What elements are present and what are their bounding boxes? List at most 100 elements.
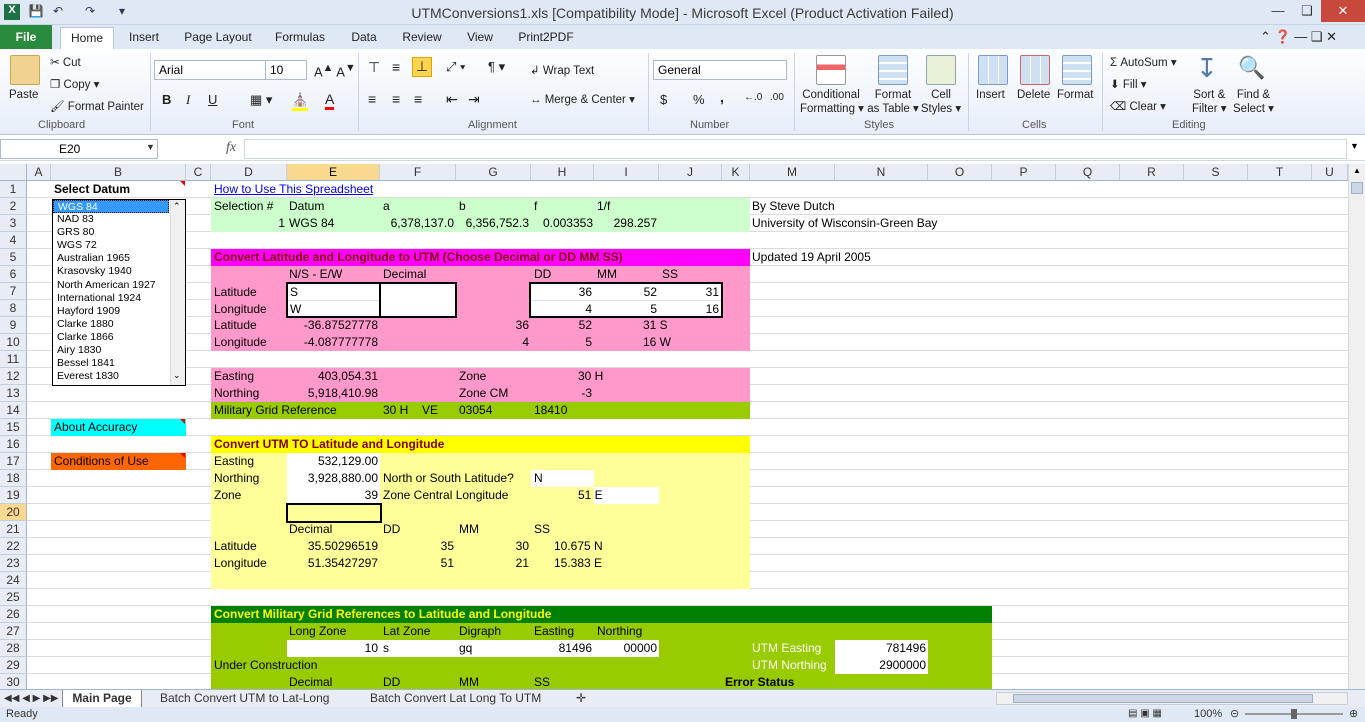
input-value[interactable]: gq [459,640,472,657]
align-left-icon[interactable]: ≡ [368,91,376,107]
sheet-tab-batch-latlong[interactable]: Batch Convert Lat Long To UTM [370,690,541,707]
input-value[interactable]: 5 [594,301,657,318]
insert-cells-icon[interactable] [978,55,1008,85]
tab-view[interactable]: View [460,29,500,49]
row-header[interactable]: 22 [0,538,27,555]
input-value[interactable]: 31 [659,284,719,301]
text-direction-icon[interactable]: ¶ ▾ [488,59,505,75]
scroll-thumb[interactable] [1351,182,1363,194]
delete-cells-icon[interactable] [1020,55,1050,85]
column-header[interactable]: R [1120,164,1184,181]
list-item[interactable]: GRS 80 [53,226,185,239]
close-button[interactable]: ✕ [1321,0,1365,22]
increase-indent-icon[interactable]: ⇥ [468,91,480,108]
cell-styles-button[interactable]: Cell Styles ▾ [920,89,962,115]
scroll-up-icon[interactable]: ▲ [1351,166,1363,176]
input-value[interactable]: N [534,470,543,487]
row-header[interactable]: 30 [0,674,27,689]
input-value[interactable]: S [290,284,298,301]
paste-icon[interactable] [10,55,40,85]
find-select-icon[interactable]: 🔍 [1238,55,1265,81]
view-mode-icons[interactable]: ▤ ▣ ▦ [1128,708,1162,719]
list-item[interactable]: Everest 1830 [53,370,185,383]
fill-button[interactable]: ⬇ Fill ▾ [1110,77,1147,91]
sheet-tab-main-page[interactable]: Main Page [62,690,142,707]
row-header[interactable]: 29 [0,657,27,674]
name-box[interactable]: E20 [0,139,158,159]
row-header[interactable]: 12 [0,368,27,385]
copy-button[interactable]: ❐ Copy ▾ [50,77,99,91]
grow-font-icon[interactable]: A▲ A▼ [314,62,356,79]
column-header[interactable]: H [531,164,594,181]
format-as-table-icon[interactable] [878,55,908,85]
list-item[interactable]: Hayford 1909 [53,305,185,318]
bold-button[interactable]: B [162,92,171,107]
row-header[interactable]: 10 [0,334,27,351]
row-header[interactable]: 25 [0,589,27,606]
row-header[interactable]: 6 [0,266,27,283]
font-size-select[interactable]: 10 [265,60,307,80]
borders-icon[interactable]: ▦ ▾ [250,92,272,108]
clear-button[interactable]: ⌫ Clear ▾ [1110,99,1166,113]
row-header[interactable]: 21 [0,521,27,538]
font-name-select[interactable]: Arial [154,60,266,80]
row-header[interactable]: 4 [0,232,27,249]
input-value[interactable]: 39 [287,487,378,504]
tab-review[interactable]: Review [398,29,446,49]
column-header[interactable]: F [380,164,456,181]
insert-sheet-icon[interactable]: ✛ [576,690,586,707]
cut-button[interactable]: ✂ Cut [50,55,81,69]
formula-input[interactable] [244,139,1347,159]
list-item[interactable]: Clarke 1880 [53,318,185,331]
format-as-table-button[interactable]: Format as Table ▾ [866,89,920,115]
row-header[interactable]: 17 [0,453,27,470]
worksheet-grid[interactable]: A B C D E F G H I J K M N O P Q R S T U … [0,164,1365,689]
ribbon-help-icons[interactable]: ⌃ ❓ — ❑ ✕ [1260,29,1337,45]
align-middle-icon[interactable]: ≡ [392,59,400,75]
input-value[interactable]: 81496 [531,640,592,657]
row-header[interactable]: 2 [0,198,27,215]
select-all-corner[interactable] [0,164,27,181]
fill-color-icon[interactable]: ⛪ [292,92,309,111]
format-cells-button[interactable]: Format [1057,89,1093,101]
chevron-up-icon[interactable]: ⌃ [173,201,181,212]
scroll-thumb[interactable] [1013,694,1313,703]
minimize-button[interactable]: — [1263,0,1293,22]
list-item[interactable]: Bessel 1841 [53,357,185,370]
tab-home[interactable]: Home [60,27,114,49]
input-value[interactable]: 532,129.00 [287,453,378,470]
align-top-icon[interactable]: ⊤ [368,59,380,76]
row-header[interactable]: 16 [0,436,27,453]
column-header[interactable]: J [659,164,722,181]
tab-data[interactable]: Data [344,29,384,49]
row-header[interactable]: 8 [0,300,27,317]
column-header[interactable]: C [186,164,211,181]
list-item[interactable]: Australian 1965 [53,252,185,265]
how-to-use-link[interactable]: How to Use This Spreadsheet [214,181,373,198]
zoom-slider-thumb[interactable] [1291,709,1297,719]
zoom-level[interactable]: 100% [1194,708,1222,720]
tab-file[interactable]: File [0,25,52,49]
row-header[interactable]: 14 [0,402,27,419]
input-value[interactable]: 10 [287,640,378,657]
input-cell[interactable] [380,640,456,657]
find-select-button[interactable]: Find & Select ▾ [1233,89,1274,115]
conditions-of-use-link[interactable]: Conditions of Use [54,453,149,470]
row-header[interactable]: 7 [0,283,27,300]
input-value[interactable]: s [383,640,389,657]
input-value[interactable]: 4 [531,301,592,318]
column-header[interactable]: T [1248,164,1312,181]
font-color-icon[interactable]: A [325,91,335,110]
row-header[interactable]: 15 [0,419,27,436]
list-item[interactable]: Airy 1830 [53,344,185,357]
datum-listbox[interactable]: WGS 84 NAD 83 GRS 80 WGS 72 Australian 1… [52,199,186,386]
name-box-dropdown-icon[interactable]: ▼ [146,142,155,152]
row-header[interactable]: 11 [0,351,27,368]
decrease-decimal-icon[interactable]: .00 [770,92,784,103]
row-header[interactable]: 13 [0,385,27,402]
restore-button[interactable]: ❑ [1292,0,1322,22]
input-value[interactable]: 36 [531,284,592,301]
row-header[interactable]: 23 [0,555,27,572]
tab-page-layout[interactable]: Page Layout [180,29,256,49]
format-cells-icon[interactable] [1062,55,1092,85]
